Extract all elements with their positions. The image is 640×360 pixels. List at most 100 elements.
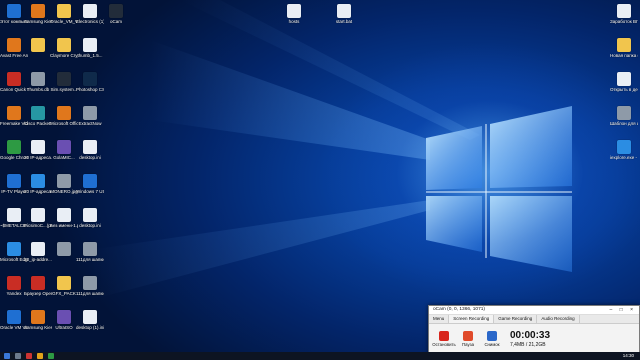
- desktop-icon[interactable]: Thumbs.db: [24, 72, 52, 92]
- folder-icon: [57, 276, 71, 290]
- pdf-icon: [83, 4, 97, 18]
- clock[interactable]: 14:30: [623, 352, 634, 360]
- doc-icon: [617, 72, 631, 86]
- desktop-icon-label: Photoshop CS6 x64: [76, 87, 104, 92]
- desktop-icon[interactable]: desktop.ini: [76, 140, 104, 160]
- kies-icon: [31, 4, 45, 18]
- desktop-icon[interactable]: [50, 242, 78, 257]
- desktop-icon[interactable]: start.bat: [330, 4, 358, 24]
- desktop-icon[interactable]: ExtractNow: [76, 106, 104, 126]
- ocam-window[interactable]: oCam (0, 0, 1366, 1071) – □ × Menu Scree…: [428, 305, 640, 352]
- desktop-icon[interactable]: Шаблон для шапки о...: [610, 106, 638, 126]
- desktop-icon-label: thumb_1.5...: [77, 53, 103, 58]
- ocam-icon: [109, 4, 123, 18]
- desktop-icon-label: Заработок BITCOIN. B...: [610, 19, 638, 24]
- desktop-icon-label: Cisco Packet Tracer: [24, 121, 52, 126]
- file-size: 7,4MB / 21,2GB: [510, 342, 546, 348]
- office-icon: [57, 106, 71, 120]
- ini-file-icon: [83, 208, 97, 222]
- stop-icon: [439, 331, 449, 341]
- desktop-icon-label: Avast Free Antivirus: [0, 53, 28, 58]
- desktop-icon[interactable]: hosts: [280, 4, 308, 24]
- pause-label: Пауза: [462, 342, 474, 347]
- kies-lite-icon: [31, 310, 45, 324]
- desktop-icon[interactable]: Браузер Opera: [24, 276, 52, 296]
- pause-icon: [463, 331, 473, 341]
- usb-tool-icon: [83, 174, 97, 188]
- desktop-icon-label: UltraISO: [55, 325, 73, 330]
- db-file-icon: [31, 72, 45, 86]
- desktop-icon-label: desktop (1).ini: [76, 325, 104, 330]
- desktop-icon[interactable]: Sim.system...: [50, 72, 78, 92]
- stop-button[interactable]: Остановить: [432, 331, 456, 347]
- desktop-icon[interactable]: Samsung Kies (Lite): [24, 310, 52, 330]
- desktop-icon[interactable]: Samsung Kies: [24, 4, 52, 24]
- desktop-icon-label: oCam: [109, 19, 122, 24]
- desktop-icon-label: desktop.ini: [79, 155, 101, 160]
- tab-screen-recording[interactable]: Screen Recording: [449, 315, 495, 323]
- folder-icon: [57, 4, 71, 18]
- desktop-icon[interactable]: [24, 38, 52, 53]
- taskbar-app-icon[interactable]: [26, 353, 32, 359]
- desktop-icon[interactable]: Cisco Packet Tracer: [24, 106, 52, 126]
- pause-button[interactable]: Пауза: [456, 331, 480, 347]
- doc-icon: [287, 4, 301, 18]
- desktop-icon[interactable]: Заработок BITCOIN. B...: [610, 4, 638, 24]
- desktop-icon[interactable]: 111для шапки на...: [76, 242, 104, 262]
- stop-label: Остановить: [432, 342, 456, 347]
- desktop-icon[interactable]: 20_ip-addre...: [24, 242, 52, 262]
- folder-icon: [31, 38, 45, 52]
- tab-audio-recording[interactable]: Audio Recording: [537, 315, 580, 323]
- desktop-icon[interactable]: Electronics (1).pdf: [76, 4, 104, 24]
- desktop-icon[interactable]: Без имени-1.psd: [50, 208, 78, 228]
- screenshot-button[interactable]: Снимок: [480, 331, 504, 347]
- taskbar-app-icon[interactable]: [48, 353, 54, 359]
- desktop-icon-label: Claymore CryptoNot...: [50, 53, 78, 58]
- desktop-icon[interactable]: Windows 7 USB DVD...: [76, 174, 104, 194]
- desktop-icon-label: Thumbs.db: [26, 87, 50, 92]
- desktop-icon[interactable]: 111для шапки на...: [76, 276, 104, 296]
- taskbar-app-icon[interactable]: [37, 353, 43, 359]
- desktop-icon[interactable]: Oracle_VM_Virtu...: [50, 4, 78, 24]
- tab-menu[interactable]: Menu: [429, 315, 450, 323]
- desktop-icon[interactable]: 20 IP-адреса...: [24, 174, 52, 194]
- start-icon[interactable]: [4, 353, 10, 359]
- desktop-icon[interactable]: 20 IP-адреса...: [24, 140, 52, 160]
- desktop-icon[interactable]: Новая папка (3): [610, 38, 638, 58]
- desktop-icon[interactable]: MONERO.jpg: [50, 174, 78, 194]
- app-icon: [57, 72, 71, 86]
- desktop-icon[interactable]: Открыть в декс Ко...: [610, 72, 638, 92]
- search-icon[interactable]: [15, 353, 21, 359]
- desktop-icon-label: Samsung Kies: [24, 19, 52, 24]
- desktop-icon[interactable]: desktop.ini: [76, 208, 104, 228]
- window-buttons[interactable]: – □ ×: [610, 306, 637, 314]
- desktop-icon[interactable]: UltraISO: [50, 310, 78, 330]
- desktop-icon-label: Windows 7 USB DVD...: [76, 189, 104, 194]
- desktop-icon-label: iexplore.exe - Ярлык: [610, 155, 638, 160]
- psd-file-icon: [31, 208, 45, 222]
- canon-icon: [7, 72, 21, 86]
- desktop-icon[interactable]: GolaMIC...: [50, 140, 78, 160]
- yandex-icon: [7, 276, 21, 290]
- desktop-icon[interactable]: GFX_PACK: [50, 276, 78, 296]
- ocam-titlebar[interactable]: oCam (0, 0, 1366, 1071) – □ ×: [429, 306, 639, 315]
- desktop-icon-label: 20 IP-адреса...: [24, 189, 52, 194]
- virtualbox-icon: [7, 310, 21, 324]
- desktop-icon[interactable]: thumb_1.5...: [76, 38, 104, 58]
- desktop-icon-label: Браузер Opera: [24, 291, 52, 296]
- doc-icon: [617, 4, 631, 18]
- desktop-icon[interactable]: Photoshop CS6 x64: [76, 72, 104, 92]
- photoshop-icon: [83, 72, 97, 86]
- desktop-icon[interactable]: oCam: [102, 4, 130, 24]
- desktop-icon[interactable]: Microsoft Office 2010: [50, 106, 78, 126]
- tab-game-recording[interactable]: Game Recording: [494, 315, 538, 323]
- desktop-icon[interactable]: desktop (1).ini: [76, 310, 104, 330]
- ie-icon: [617, 140, 631, 154]
- desktop-icon[interactable]: Claymore CryptoNot...: [50, 38, 78, 58]
- screenshot-icon: [487, 331, 497, 341]
- desktop-icon-label: start.bat: [335, 19, 353, 24]
- doc-icon: [31, 140, 45, 154]
- ini-file-icon: [83, 140, 97, 154]
- desktop-icon[interactable]: PicsimoC...(pst).psd: [24, 208, 52, 228]
- desktop-icon[interactable]: iexplore.exe - Ярлык: [610, 140, 638, 160]
